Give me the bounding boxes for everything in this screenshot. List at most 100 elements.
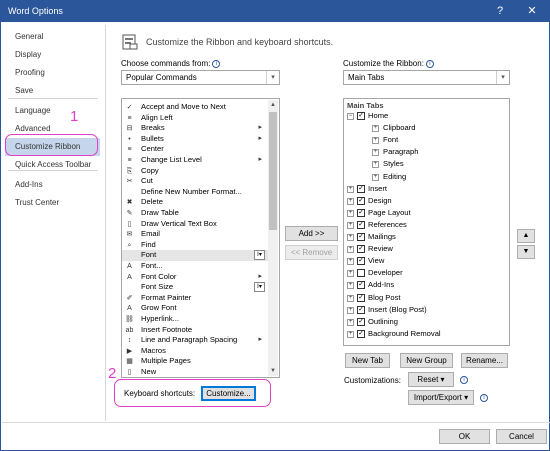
command-item[interactable]: Font I▾ <box>122 250 268 261</box>
expand-icon[interactable]: + <box>347 185 354 193</box>
command-item[interactable]: ✐ Format Painter <box>122 293 268 304</box>
tab-checkbox[interactable]: ✓ <box>357 112 365 120</box>
command-item[interactable]: ≡ Change List Level ▸ <box>122 155 268 166</box>
tree-node[interactable]: + ✓ Outlining <box>344 316 508 328</box>
command-item[interactable]: ⎘ Copy <box>122 166 268 177</box>
move-down-button[interactable]: ▼ <box>517 245 535 259</box>
nav-item-display[interactable]: Display <box>5 46 100 64</box>
tree-node[interactable]: + ✓ References <box>344 219 508 231</box>
expand-icon[interactable]: + <box>372 173 379 181</box>
expand-icon[interactable]: + <box>347 234 354 241</box>
command-item[interactable]: ↕ Line and Paragraph Spacing ▸ <box>122 335 268 346</box>
tab-checkbox[interactable]: ✓ <box>357 233 365 241</box>
command-item[interactable]: ✓ Accept and Move to Next <box>122 102 268 113</box>
expand-icon[interactable]: + <box>372 137 379 145</box>
command-item[interactable]: • Bullets ▸ <box>122 134 268 145</box>
tree-node[interactable]: + ✓ Insert (Blog Post) <box>344 304 508 316</box>
close-button[interactable]: ✕ <box>519 1 545 22</box>
rename-button[interactable]: Rename... <box>461 353 508 368</box>
expand-icon[interactable]: + <box>347 318 354 326</box>
command-item[interactable]: ab Insert Footnote <box>122 325 268 336</box>
command-item[interactable]: ▶ Macros <box>122 346 268 357</box>
command-item[interactable]: ▯ Draw Vertical Text Box <box>122 219 268 230</box>
tab-checkbox[interactable]: ✓ <box>357 208 365 217</box>
expand-icon[interactable]: + <box>347 306 354 314</box>
command-item[interactable]: ▦ Multiple Pages <box>122 356 268 367</box>
tree-node[interactable]: + ✓ Design <box>344 195 508 207</box>
scrollbar-thumb[interactable] <box>269 112 277 230</box>
tree-node[interactable]: + ✓ Mailings <box>344 231 508 243</box>
nav-item-proofing[interactable]: Proofing <box>5 64 100 82</box>
command-item[interactable]: ≡ Center <box>122 144 268 155</box>
expand-icon[interactable]: + <box>372 161 379 169</box>
expand-icon[interactable]: + <box>372 149 379 157</box>
expand-icon[interactable]: + <box>347 221 354 229</box>
tab-checkbox[interactable]: ✓ <box>357 317 365 326</box>
tab-checkbox[interactable]: ✓ <box>357 220 365 229</box>
tab-checkbox[interactable]: ✓ <box>357 196 365 205</box>
chevron-down-icon[interactable]: ▾ <box>266 71 279 84</box>
tab-checkbox[interactable]: ✓ <box>357 257 365 266</box>
ribbon-tree[interactable]: Main Tabs − ✓ Home + Clipboard + Font + Paragrap… <box>343 98 510 346</box>
tab-checkbox[interactable]: ✓ <box>357 245 365 254</box>
tree-node[interactable]: + Styles <box>344 158 508 170</box>
command-item[interactable]: Define New Number Format... <box>122 187 268 198</box>
add-button[interactable]: Add >> <box>285 226 338 241</box>
nav-item-trust-center[interactable]: Trust Center <box>5 194 100 212</box>
tree-node[interactable]: + ✓ Blog Post <box>344 292 508 304</box>
help-button[interactable]: ? <box>487 1 513 22</box>
command-item[interactable]: Font Size I▾ <box>122 282 268 293</box>
commands-source-select[interactable]: Popular Commands ▾ <box>121 70 280 85</box>
chevron-down-icon[interactable]: ▾ <box>496 71 509 84</box>
cancel-button[interactable]: Cancel <box>496 429 547 444</box>
command-item[interactable]: ✖ Delete <box>122 197 268 208</box>
command-item[interactable]: ▯ New <box>122 367 268 377</box>
command-item[interactable]: A Grow Font <box>122 303 268 314</box>
collapse-icon[interactable]: − <box>347 113 354 120</box>
command-item[interactable]: ⌕ Find <box>122 240 268 251</box>
command-item[interactable]: ✉ Email <box>122 229 268 240</box>
expand-icon[interactable]: + <box>347 258 354 266</box>
tree-node[interactable]: − ✓ Home <box>344 110 508 122</box>
tab-checkbox[interactable] <box>357 269 365 278</box>
commands-list[interactable]: ▯ New ▦ Multiple Pages ▶ Macros ↕ Line and Para… <box>121 98 280 378</box>
tab-checkbox[interactable]: ✓ <box>357 281 365 290</box>
nav-item-quick-access-toolbar[interactable]: Quick Access Toolbar <box>5 156 100 174</box>
tree-node[interactable]: + ✓ Add-Ins <box>344 279 508 291</box>
command-item[interactable]: A Font Color ▸ <box>122 272 268 283</box>
tree-node[interactable]: + ✓ Background Removal <box>344 328 508 340</box>
expand-icon[interactable]: + <box>372 125 379 133</box>
tree-node[interactable]: + Developer <box>344 267 508 279</box>
command-item[interactable]: ≡ Align Left <box>122 113 268 124</box>
scroll-down-icon[interactable]: ▼ <box>268 366 278 376</box>
expand-icon[interactable]: + <box>347 330 354 338</box>
command-item[interactable]: ⛓ Hyperlink... <box>122 314 268 325</box>
tab-checkbox[interactable]: ✓ <box>357 184 365 193</box>
nav-item-general[interactable]: General <box>5 28 100 46</box>
command-item[interactable]: ✂ Cut <box>122 176 268 187</box>
command-item[interactable]: ✎ Draw Table <box>122 208 268 219</box>
expand-icon[interactable]: + <box>347 282 354 290</box>
expand-icon[interactable]: + <box>347 294 354 302</box>
remove-button[interactable]: << Remove <box>285 245 338 260</box>
command-item[interactable]: ⊟ Breaks ▸ <box>122 123 268 134</box>
nav-item-add-ins[interactable]: Add-Ins <box>5 176 100 194</box>
ribbon-tabs-select[interactable]: Main Tabs ▾ <box>343 70 510 85</box>
tree-node[interactable]: + Paragraph <box>344 146 508 158</box>
new-tab-button[interactable]: New Tab <box>345 353 390 368</box>
nav-item-language[interactable]: Language <box>5 102 100 120</box>
tree-node[interactable]: + ✓ Review <box>344 243 508 255</box>
tab-checkbox[interactable]: ✓ <box>357 293 365 302</box>
expand-icon[interactable]: + <box>347 209 354 217</box>
ok-button[interactable]: OK <box>439 429 490 444</box>
expand-icon[interactable]: + <box>347 246 354 254</box>
import-export-button[interactable]: Import/Export ▾ <box>408 390 474 405</box>
command-item[interactable]: A Font... <box>122 261 268 272</box>
tab-checkbox[interactable]: ✓ <box>357 305 365 314</box>
tree-node[interactable]: + ✓ Insert <box>344 183 508 195</box>
tree-node[interactable]: + ✓ Page Layout <box>344 207 508 219</box>
commands-scrollbar[interactable]: ▲ ▼ <box>268 100 278 376</box>
new-group-button[interactable]: New Group <box>400 353 453 368</box>
scroll-up-icon[interactable]: ▲ <box>268 100 278 110</box>
tree-node[interactable]: + Font <box>344 134 508 146</box>
